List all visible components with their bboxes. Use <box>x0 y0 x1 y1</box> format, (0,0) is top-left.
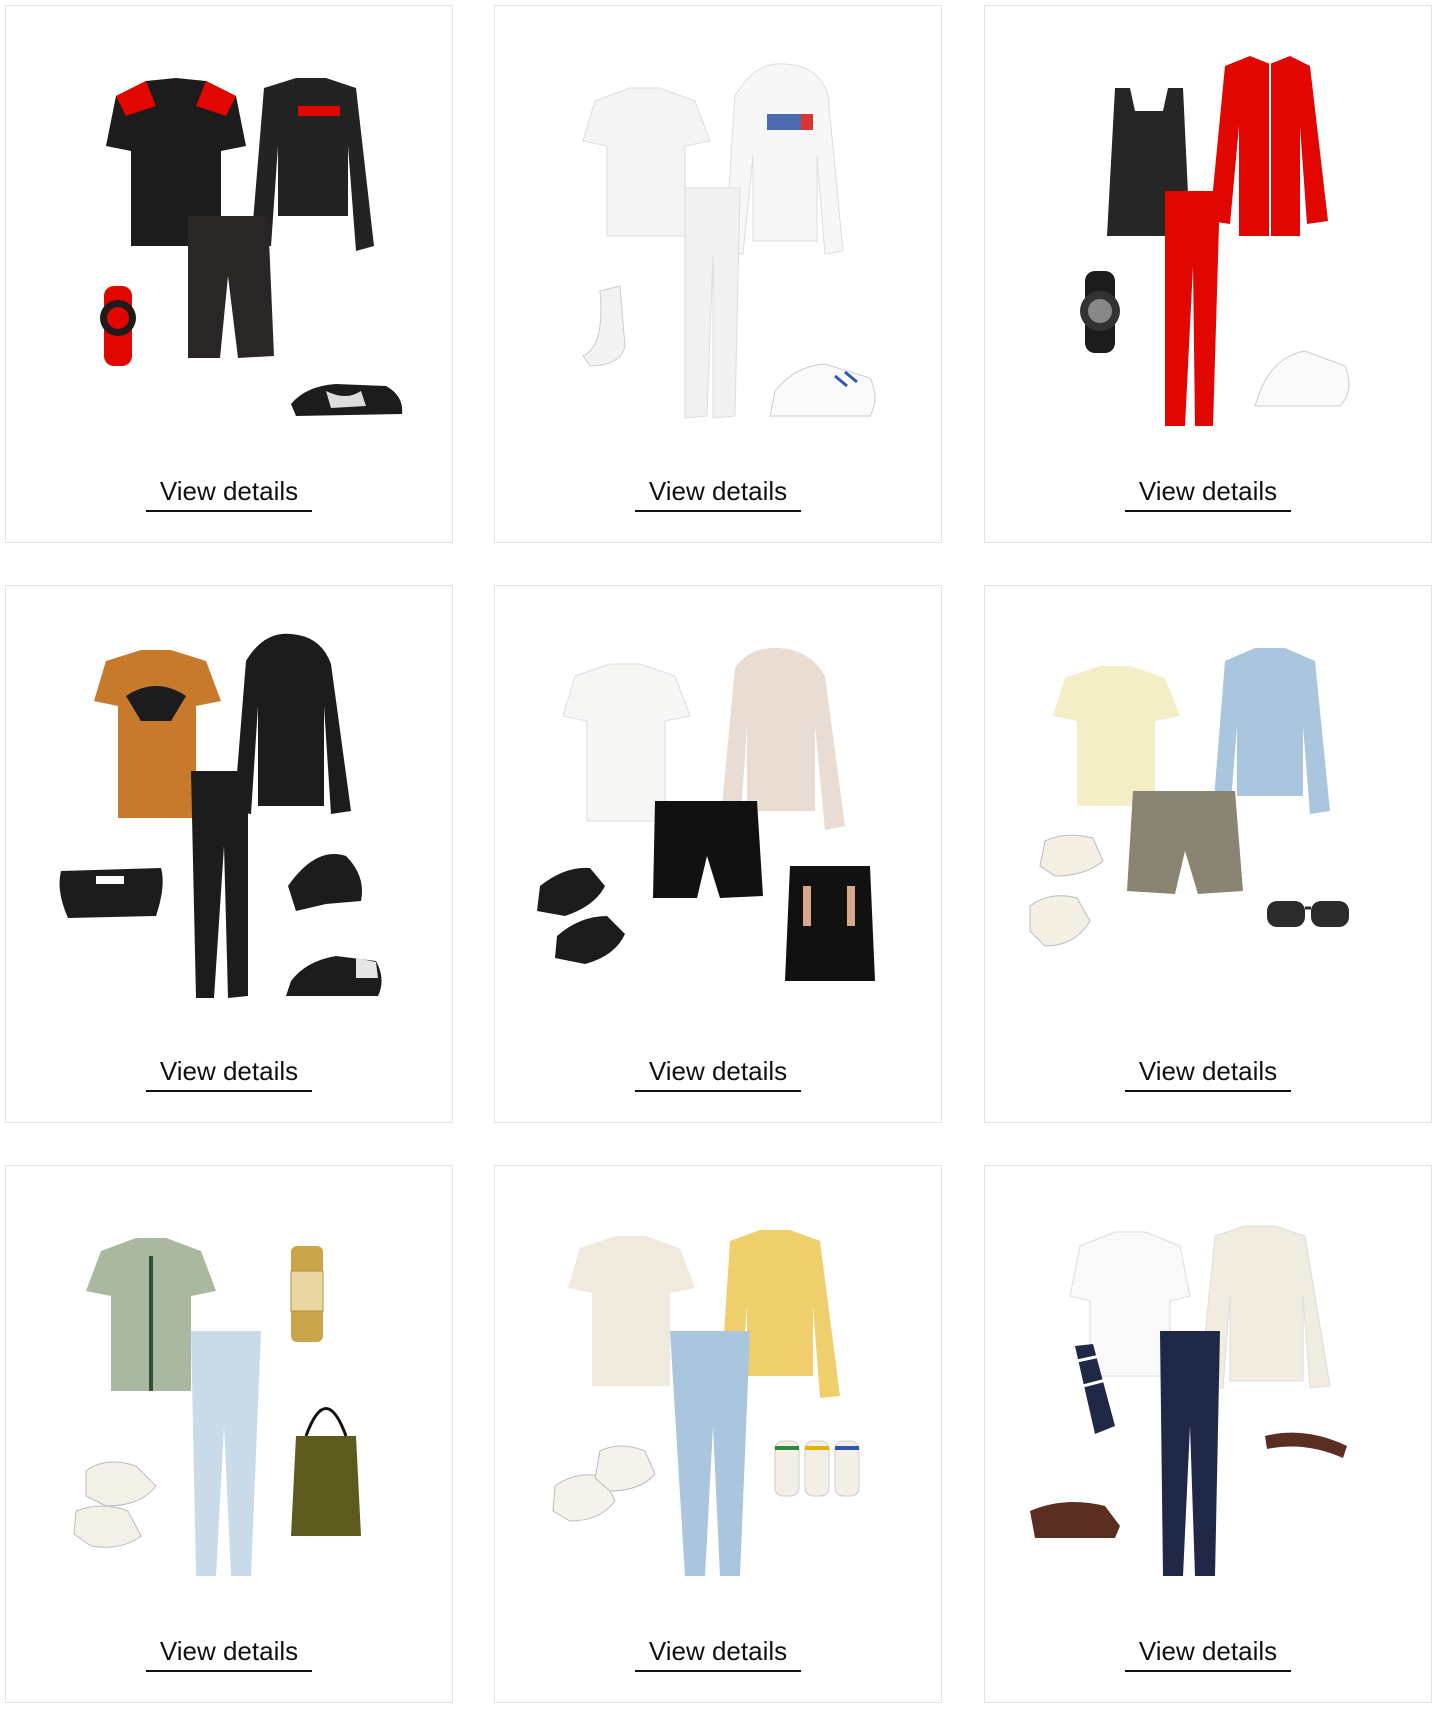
sock <box>582 285 626 367</box>
belt <box>1265 1432 1347 1458</box>
shorts <box>653 801 763 898</box>
view-details-link-3[interactable]: View details <box>1125 476 1291 512</box>
cap <box>288 854 362 911</box>
outfit-image-9[interactable] <box>985 1166 1431 1606</box>
tshirt <box>1053 666 1180 806</box>
sneaker <box>1254 350 1350 407</box>
outfit-image-4[interactable] <box>6 586 452 1026</box>
outfit-card-3[interactable]: View details <box>984 5 1432 543</box>
outfit-image-5[interactable] <box>495 586 941 1026</box>
outfit-card-6[interactable]: View details <box>984 585 1432 1123</box>
outfit-card-7[interactable]: View details <box>5 1165 453 1703</box>
joggers <box>191 771 248 998</box>
view-details-link-7[interactable]: View details <box>146 1636 312 1672</box>
backpack <box>785 866 875 981</box>
outfit-card-2[interactable]: View details <box>494 5 942 543</box>
bag <box>59 868 163 918</box>
outfit-image-1[interactable] <box>6 6 452 446</box>
outfit-card-1[interactable]: View details <box>5 5 453 543</box>
sunglasses <box>1267 901 1349 927</box>
outfit-image-7[interactable] <box>6 1166 452 1606</box>
view-details-link-1[interactable]: View details <box>146 476 312 512</box>
denim-jacket <box>1213 648 1330 814</box>
jeans <box>670 1331 750 1576</box>
sneaker-1 <box>537 867 605 916</box>
view-details-link-8[interactable]: View details <box>635 1636 801 1672</box>
trousers <box>1160 1331 1220 1576</box>
outfit-image-2[interactable] <box>495 6 941 446</box>
view-details-link-9[interactable]: View details <box>1125 1636 1291 1672</box>
blazer <box>1199 1225 1331 1389</box>
outfit-image-8[interactable] <box>495 1166 941 1606</box>
track-pants <box>1165 191 1220 426</box>
sneaker-2 <box>73 1505 142 1548</box>
outfit-image-6[interactable] <box>985 586 1431 1026</box>
outfit-card-4[interactable]: View details <box>5 585 453 1123</box>
sneaker-2 <box>555 916 625 964</box>
view-details-link-4[interactable]: View details <box>146 1056 312 1092</box>
tote-bag <box>291 1436 361 1536</box>
hoodie <box>234 633 351 814</box>
sneaker-1 <box>85 1461 157 1507</box>
hoodie <box>724 63 844 255</box>
view-details-link-5[interactable]: View details <box>635 1056 801 1092</box>
shorts <box>1127 791 1243 894</box>
sneaker-2 <box>1029 895 1091 947</box>
joggers <box>684 187 741 419</box>
tshirt <box>562 663 691 822</box>
sweatshirt <box>251 78 374 251</box>
outfit-card-5[interactable]: View details <box>494 585 942 1123</box>
view-details-link-6[interactable]: View details <box>1125 1056 1291 1092</box>
sneaker-1 <box>1039 834 1104 877</box>
outfit-card-9[interactable]: View details <box>984 1165 1432 1703</box>
sneaker-2 <box>594 1445 656 1492</box>
dress-shoes <box>1030 1502 1120 1538</box>
sneaker <box>769 363 876 417</box>
outfit-grid: View details View details View details V… <box>0 0 1438 1710</box>
jeans <box>191 1331 261 1576</box>
outfit-card-8[interactable]: View details <box>494 1165 942 1703</box>
socks <box>774 1440 860 1497</box>
outfit-image-3[interactable] <box>985 6 1431 446</box>
shorts <box>188 216 274 358</box>
view-details-link-2[interactable]: View details <box>635 476 801 512</box>
